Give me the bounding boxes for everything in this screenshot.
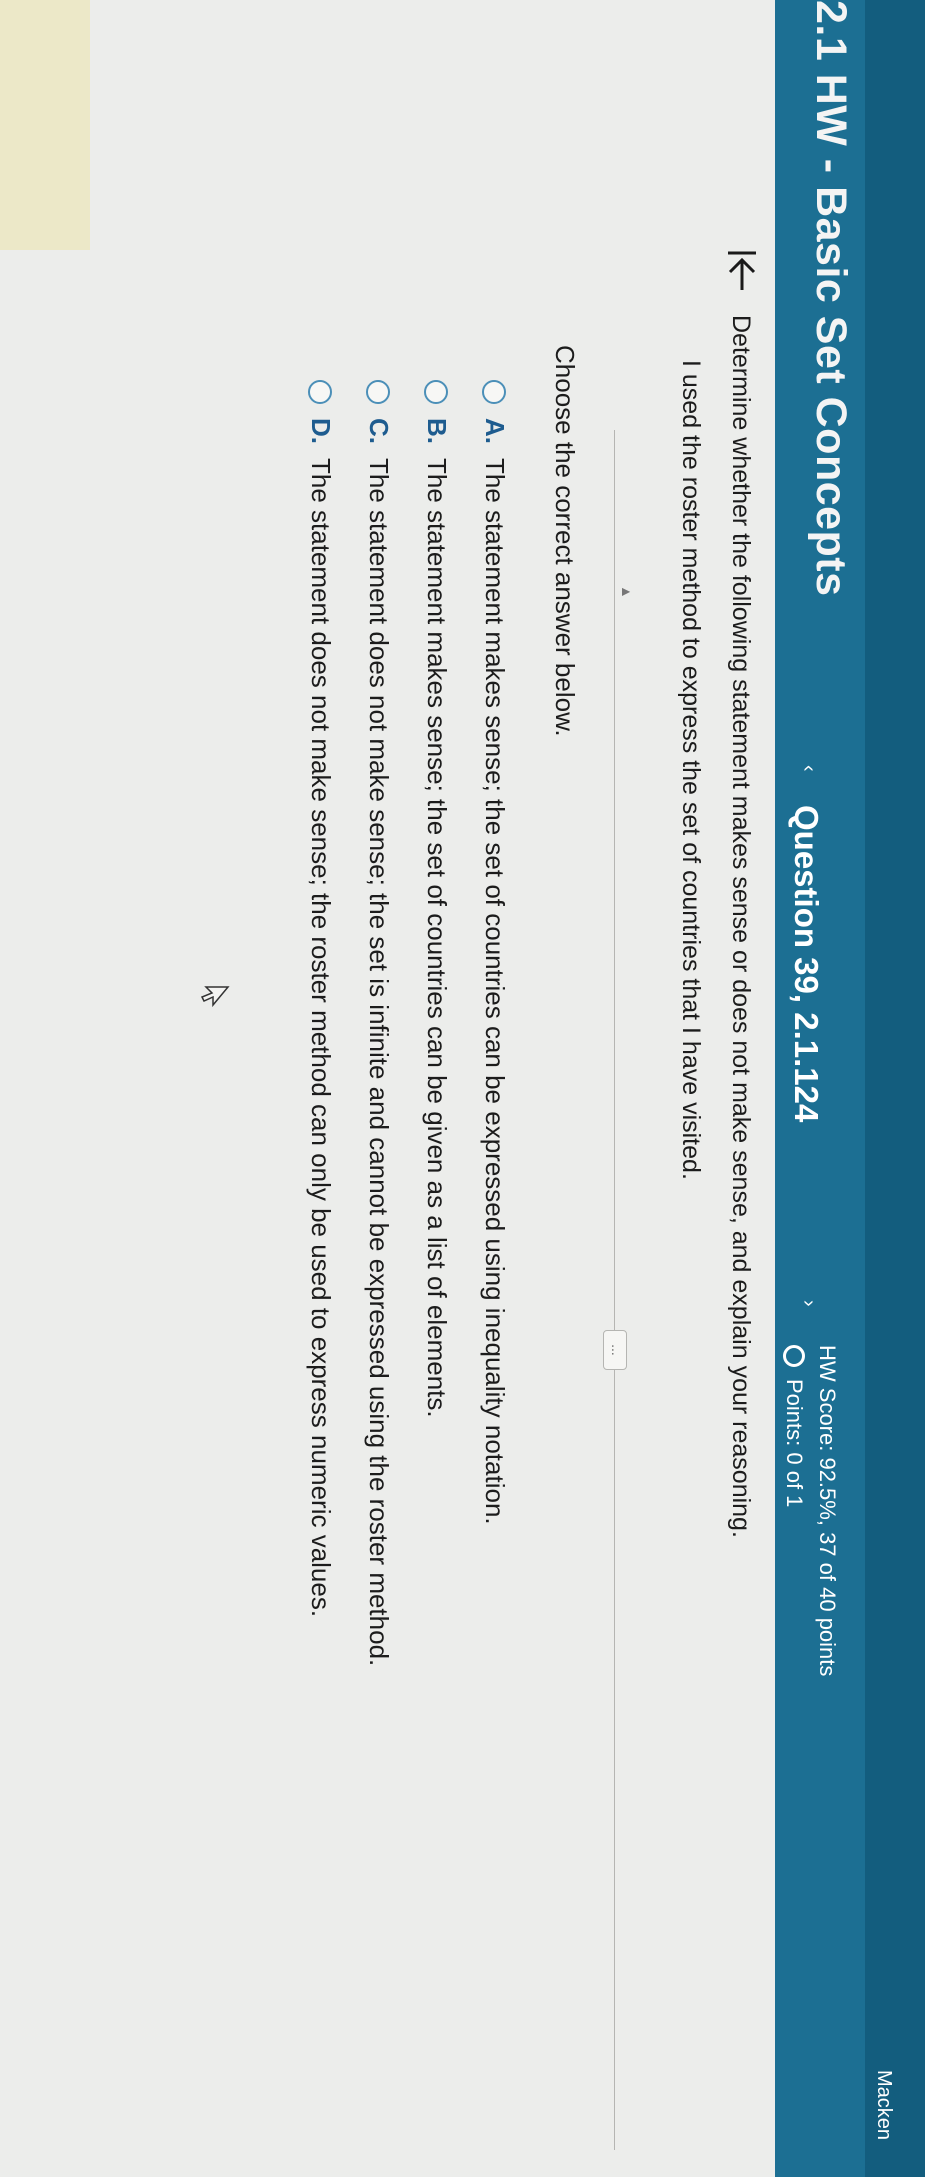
points-indicator: Points: 0 of 1 (781, 1345, 807, 1507)
option-text: The statement makes sense; the set of co… (480, 458, 510, 1525)
option-d[interactable]: D. The statement does not make sense; th… (305, 380, 336, 1617)
collapse-left-svg (728, 251, 756, 290)
points-text: Points: 0 of 1 (782, 1379, 807, 1508)
option-letter: C. (364, 418, 394, 444)
divider (614, 430, 615, 2150)
user-name[interactable]: Macken (872, 2070, 895, 2140)
radio-button-d[interactable] (308, 380, 333, 404)
next-question-icon[interactable]: › (797, 1300, 820, 1307)
radio-button-b[interactable] (424, 380, 449, 404)
page-title: 2.1 HW - Basic Set Concepts (807, 0, 855, 597)
option-a[interactable]: A. The statement makes sense; the set of… (479, 380, 510, 1525)
option-letter: D. (306, 418, 336, 444)
mouse-pointer-icon (193, 985, 230, 1009)
previous-question-icon[interactable]: ‹ (797, 765, 820, 772)
side-tab (0, 0, 90, 250)
option-c[interactable]: C. The statement does not make sense; th… (363, 380, 394, 1666)
radio-button-c[interactable] (366, 380, 391, 404)
more-button[interactable]: ... (603, 1330, 627, 1370)
header-top-strip (865, 0, 925, 2177)
question-instructions: Determine whether the following statemen… (727, 315, 755, 1538)
option-letter: A. (480, 418, 510, 444)
divider-arrow-icon: ▲ (619, 585, 635, 599)
screen: 2.1 HW - Basic Set Concepts ‹ Question 3… (0, 0, 925, 2177)
header-bar: 2.1 HW - Basic Set Concepts ‹ Question 3… (775, 0, 925, 2177)
collapse-left-icon[interactable] (715, 250, 760, 292)
option-text: The statement does not make sense; the s… (364, 458, 394, 1667)
answer-prompt: Choose the correct answer below. (550, 345, 580, 737)
question-label: Question 39, 2.1.124 (788, 805, 825, 1123)
question-statement: I used the roster method to express the … (677, 360, 705, 1180)
mouse-pointer-svg (200, 986, 230, 1008)
option-text: The statement makes sense; the set of co… (422, 458, 452, 1418)
radio-button-a[interactable] (482, 380, 507, 404)
hw-score: HW Score: 92.5%, 37 of 40 points (815, 1345, 840, 1677)
option-b[interactable]: B. The statement makes sense; the set of… (421, 380, 452, 1418)
option-text: The statement does not make sense; the r… (306, 458, 336, 1618)
points-ring-icon (783, 1345, 805, 1367)
option-letter: B. (422, 418, 452, 444)
